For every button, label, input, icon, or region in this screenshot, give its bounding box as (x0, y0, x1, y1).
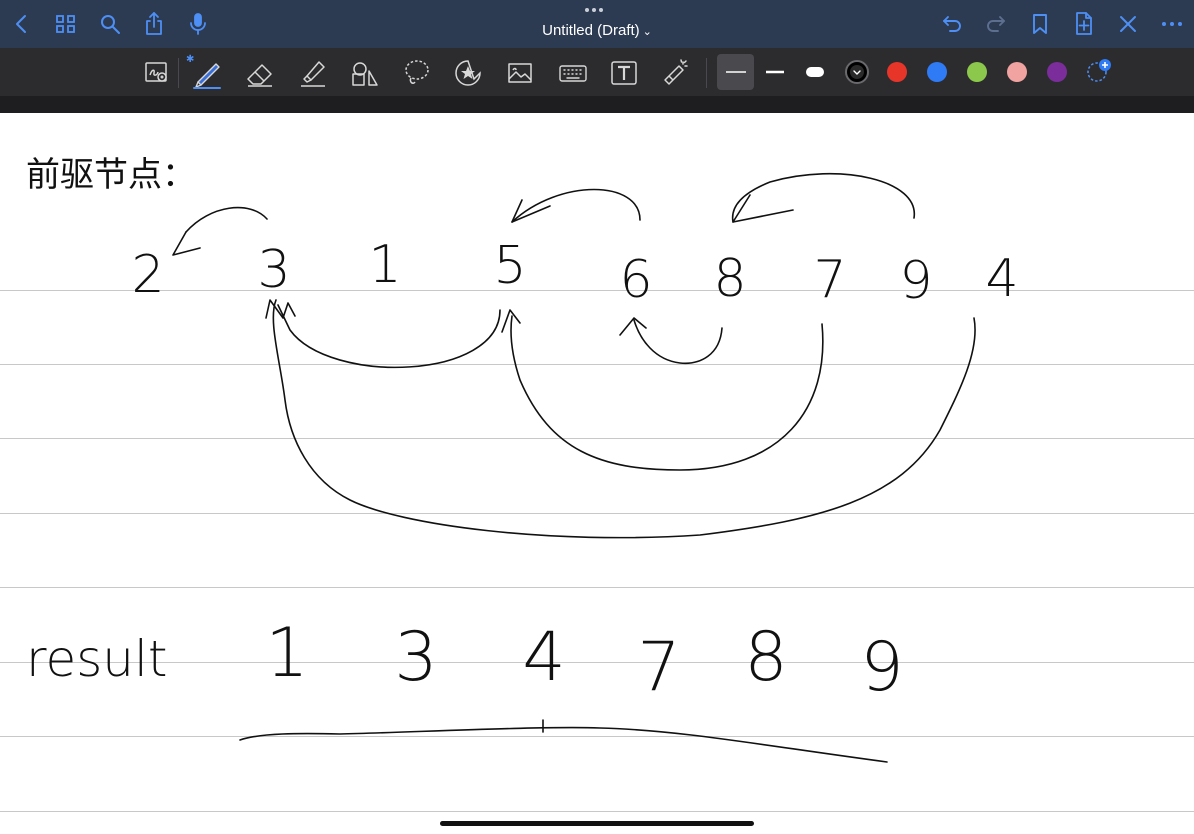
search-icon[interactable] (98, 12, 122, 36)
close-icon[interactable] (1116, 12, 1140, 36)
bookmark-icon[interactable] (1028, 12, 1052, 36)
document-title-text: Untitled (Draft) (542, 22, 640, 39)
result-digit: 3 (394, 618, 437, 697)
mic-icon[interactable] (186, 11, 210, 37)
page-separator (0, 96, 1194, 113)
pen-icon[interactable] (190, 56, 224, 90)
result-digit: 4 (522, 618, 565, 697)
result-digit: 8 (744, 618, 787, 697)
document-title[interactable]: Untitled (Draft) ⌄ (497, 22, 697, 39)
add-page-icon[interactable] (1072, 11, 1096, 37)
stroke-thin-icon[interactable] (722, 62, 750, 82)
top-navigation-bar: Untitled (Draft) ⌄ (0, 0, 1194, 48)
note-page[interactable]: 前驱节点： 2 3 1 5 6 8 7 9 4 result 1 3 4 7 8… (0, 113, 1194, 834)
sticker-icon[interactable] (452, 57, 484, 89)
back-icon[interactable] (10, 12, 34, 36)
chevron-down-icon (850, 65, 864, 79)
sequence-digit: 5 (493, 236, 526, 296)
result-underline (239, 726, 888, 763)
stroke-medium-icon[interactable] (761, 62, 789, 82)
sequence-digit: 3 (257, 240, 290, 300)
result-digit: 1 (265, 614, 308, 693)
undo-icon[interactable] (940, 12, 964, 36)
color-swatch-red[interactable] (887, 62, 907, 82)
color-swatch-green[interactable] (967, 62, 987, 82)
stroke-thick-icon[interactable] (801, 62, 829, 82)
more-icon[interactable] (1160, 12, 1184, 36)
redo-icon[interactable] (984, 12, 1008, 36)
home-indicator[interactable] (440, 821, 754, 826)
laser-pointer-icon[interactable] (660, 57, 692, 89)
heading-text: 前驱节点： (26, 155, 196, 195)
toolbar-divider (706, 58, 707, 88)
sequence-digit: 7 (813, 250, 846, 310)
text-box-icon[interactable] (608, 57, 640, 89)
window-grip[interactable] (585, 8, 603, 12)
keyboard-icon[interactable] (557, 57, 589, 89)
zoom-box-icon[interactable] (143, 58, 171, 86)
chevron-down-icon: ⌄ (642, 26, 652, 38)
sequence-digit: 2 (131, 245, 164, 305)
link-arrows (265, 299, 976, 539)
toolbar-divider (178, 58, 179, 88)
add-color-icon[interactable] (1084, 56, 1114, 86)
result-digit: 7 (637, 628, 680, 707)
lasso-icon[interactable] (401, 57, 433, 89)
highlighter-icon[interactable] (297, 57, 329, 89)
color-swatch-pink[interactable] (1007, 62, 1027, 82)
color-swatch-blue[interactable] (927, 62, 947, 82)
image-icon[interactable] (504, 57, 536, 89)
sequence-digit: 9 (899, 251, 932, 311)
eraser-icon[interactable] (244, 57, 276, 89)
grid-icon[interactable] (54, 12, 78, 36)
sequence-digit: 1 (368, 235, 401, 295)
color-swatch-purple[interactable] (1047, 62, 1067, 82)
sequence-digit: 4 (985, 249, 1018, 309)
handwriting-layer: 前驱节点： 2 3 1 5 6 8 7 9 4 result 1 3 4 7 8… (26, 155, 1019, 763)
sequence-digit: 8 (713, 249, 746, 309)
shapes-icon[interactable] (349, 57, 381, 89)
sequence-digit: 6 (619, 250, 652, 310)
share-icon[interactable] (142, 11, 166, 37)
result-digit: 9 (860, 628, 903, 707)
color-swatch-black[interactable] (845, 60, 869, 84)
result-label: result (26, 630, 167, 688)
